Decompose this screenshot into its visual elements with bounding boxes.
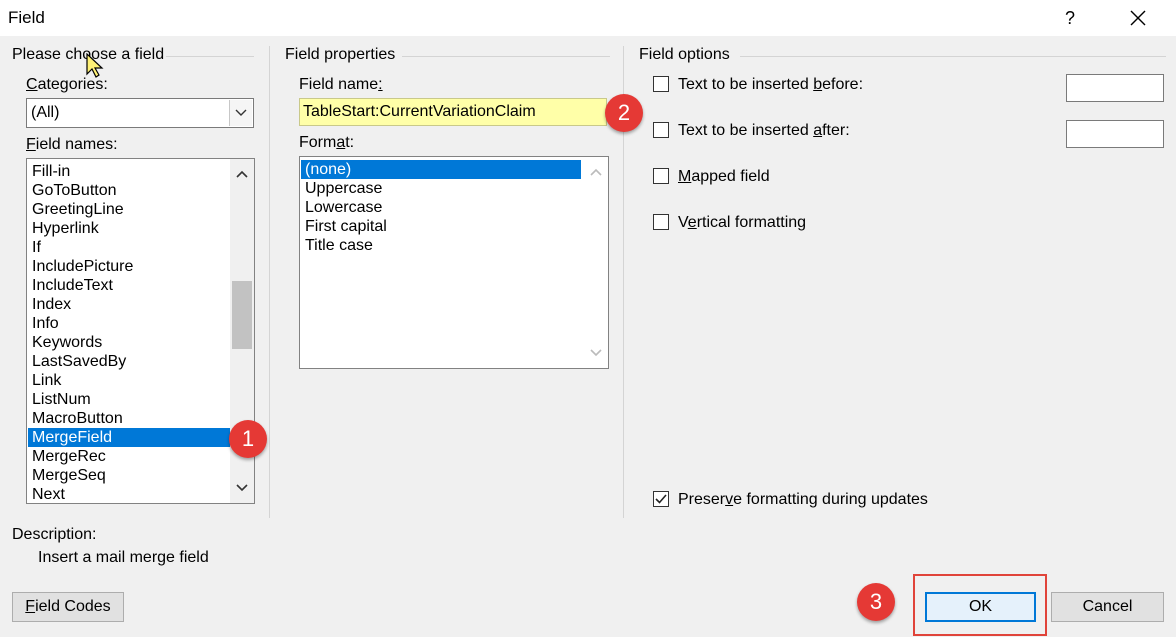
format-item[interactable]: Title case <box>301 236 581 255</box>
field-name-item[interactable]: Info <box>28 314 230 333</box>
categories-dropdown[interactable]: (All) <box>26 98 254 128</box>
field-name-item[interactable]: IncludeText <box>28 276 230 295</box>
window-title: Field <box>8 8 45 27</box>
field-name-item[interactable]: GreetingLine <box>28 200 230 219</box>
properties-group-title: Field properties <box>285 46 396 63</box>
text-before-checkbox[interactable] <box>653 76 669 92</box>
format-label: Format: <box>299 134 355 151</box>
field-name-item[interactable]: Keywords <box>28 333 230 352</box>
text-before-input[interactable] <box>1066 74 1164 102</box>
mapped-field-label: Mapped field <box>678 168 770 185</box>
preserve-formatting-label: Preserve formatting during updates <box>678 491 928 508</box>
description-label: Description: <box>12 526 97 543</box>
vertical-formatting-label: Vertical formatting <box>678 214 807 231</box>
annotation-badge-1: 1 <box>229 420 267 458</box>
close-button[interactable] <box>1124 4 1152 32</box>
title-bar: Field ? <box>0 0 1176 36</box>
field-name-item[interactable]: Link <box>28 371 230 390</box>
format-item[interactable]: (none) <box>301 160 581 179</box>
field-name-item[interactable]: Fill-in <box>28 162 230 181</box>
checkmark-icon <box>655 494 667 504</box>
scroll-up-button[interactable] <box>230 163 254 185</box>
chevron-up-icon <box>590 168 602 176</box>
cursor-arrow-icon <box>86 52 104 78</box>
categories-value: (All) <box>31 104 60 121</box>
choose-group-line <box>166 56 254 57</box>
format-item[interactable]: Lowercase <box>301 198 581 217</box>
help-button[interactable]: ? <box>1056 4 1084 32</box>
field-name-item[interactable]: Index <box>28 295 230 314</box>
text-after-label: Text to be inserted after: <box>678 122 850 139</box>
field-name-item[interactable]: Hyperlink <box>28 219 230 238</box>
field-name-item[interactable]: MergeField <box>28 428 230 447</box>
options-group-line <box>740 56 1166 57</box>
annotation-badge-3: 3 <box>857 583 895 621</box>
chevron-up-icon <box>236 170 248 178</box>
field-name-label: Field name: <box>299 76 383 93</box>
format-item[interactable]: First capital <box>301 217 581 236</box>
field-name-item[interactable]: MergeSeq <box>28 466 230 485</box>
field-name-item[interactable]: Next <box>28 485 230 503</box>
field-names-items: Fill-in GoToButton GreetingLine Hyperlink If… <box>28 162 230 503</box>
format-scrollbar[interactable] <box>584 157 608 368</box>
mapped-field-checkbox[interactable] <box>653 168 669 184</box>
scroll-down-button[interactable] <box>230 477 254 499</box>
field-name-item[interactable]: IncludePicture <box>28 257 230 276</box>
scroll-thumb[interactable] <box>232 281 252 349</box>
vertical-formatting-checkbox[interactable] <box>653 214 669 230</box>
text-before-label: Text to be inserted before: <box>678 76 864 93</box>
format-items: (none) Uppercase Lowercase First capital Tit… <box>301 160 581 255</box>
text-after-checkbox[interactable] <box>653 122 669 138</box>
annotation-highlight-box <box>913 574 1047 636</box>
mouse-cursor <box>86 52 106 84</box>
field-name-item[interactable]: MacroButton <box>28 409 230 428</box>
field-names-label: Field names: <box>26 136 118 153</box>
options-group-title: Field options <box>639 46 730 63</box>
preserve-formatting-checkbox[interactable] <box>653 491 669 507</box>
chevron-down-icon <box>590 349 602 357</box>
description-text: Insert a mail merge field <box>38 549 209 566</box>
field-name-item[interactable]: GoToButton <box>28 181 230 200</box>
close-icon <box>1130 10 1146 26</box>
field-name-item[interactable]: ListNum <box>28 390 230 409</box>
field-name-item[interactable]: LastSavedBy <box>28 352 230 371</box>
text-after-input[interactable] <box>1066 120 1164 148</box>
format-list[interactable]: (none) Uppercase Lowercase First capital Tit… <box>299 156 609 369</box>
format-item[interactable]: Uppercase <box>301 179 581 198</box>
field-codes-button[interactable]: Field Codes <box>12 592 124 622</box>
chevron-down-icon <box>236 484 248 492</box>
format-scroll-down[interactable] <box>584 342 608 364</box>
field-names-list[interactable]: Fill-in GoToButton GreetingLine Hyperlink If… <box>26 158 255 504</box>
categories-dropdown-button[interactable] <box>229 100 252 126</box>
field-name-item[interactable]: MergeRec <box>28 447 230 466</box>
chevron-down-icon <box>235 109 247 116</box>
field-name-item[interactable]: If <box>28 238 230 257</box>
annotation-badge-2: 2 <box>605 94 643 132</box>
field-name-input[interactable]: TableStart:CurrentVariationClaim <box>299 98 607 126</box>
format-scroll-up[interactable] <box>584 161 608 183</box>
cancel-button[interactable]: Cancel <box>1051 592 1164 622</box>
properties-group-line <box>402 56 610 57</box>
left-separator <box>269 46 270 518</box>
